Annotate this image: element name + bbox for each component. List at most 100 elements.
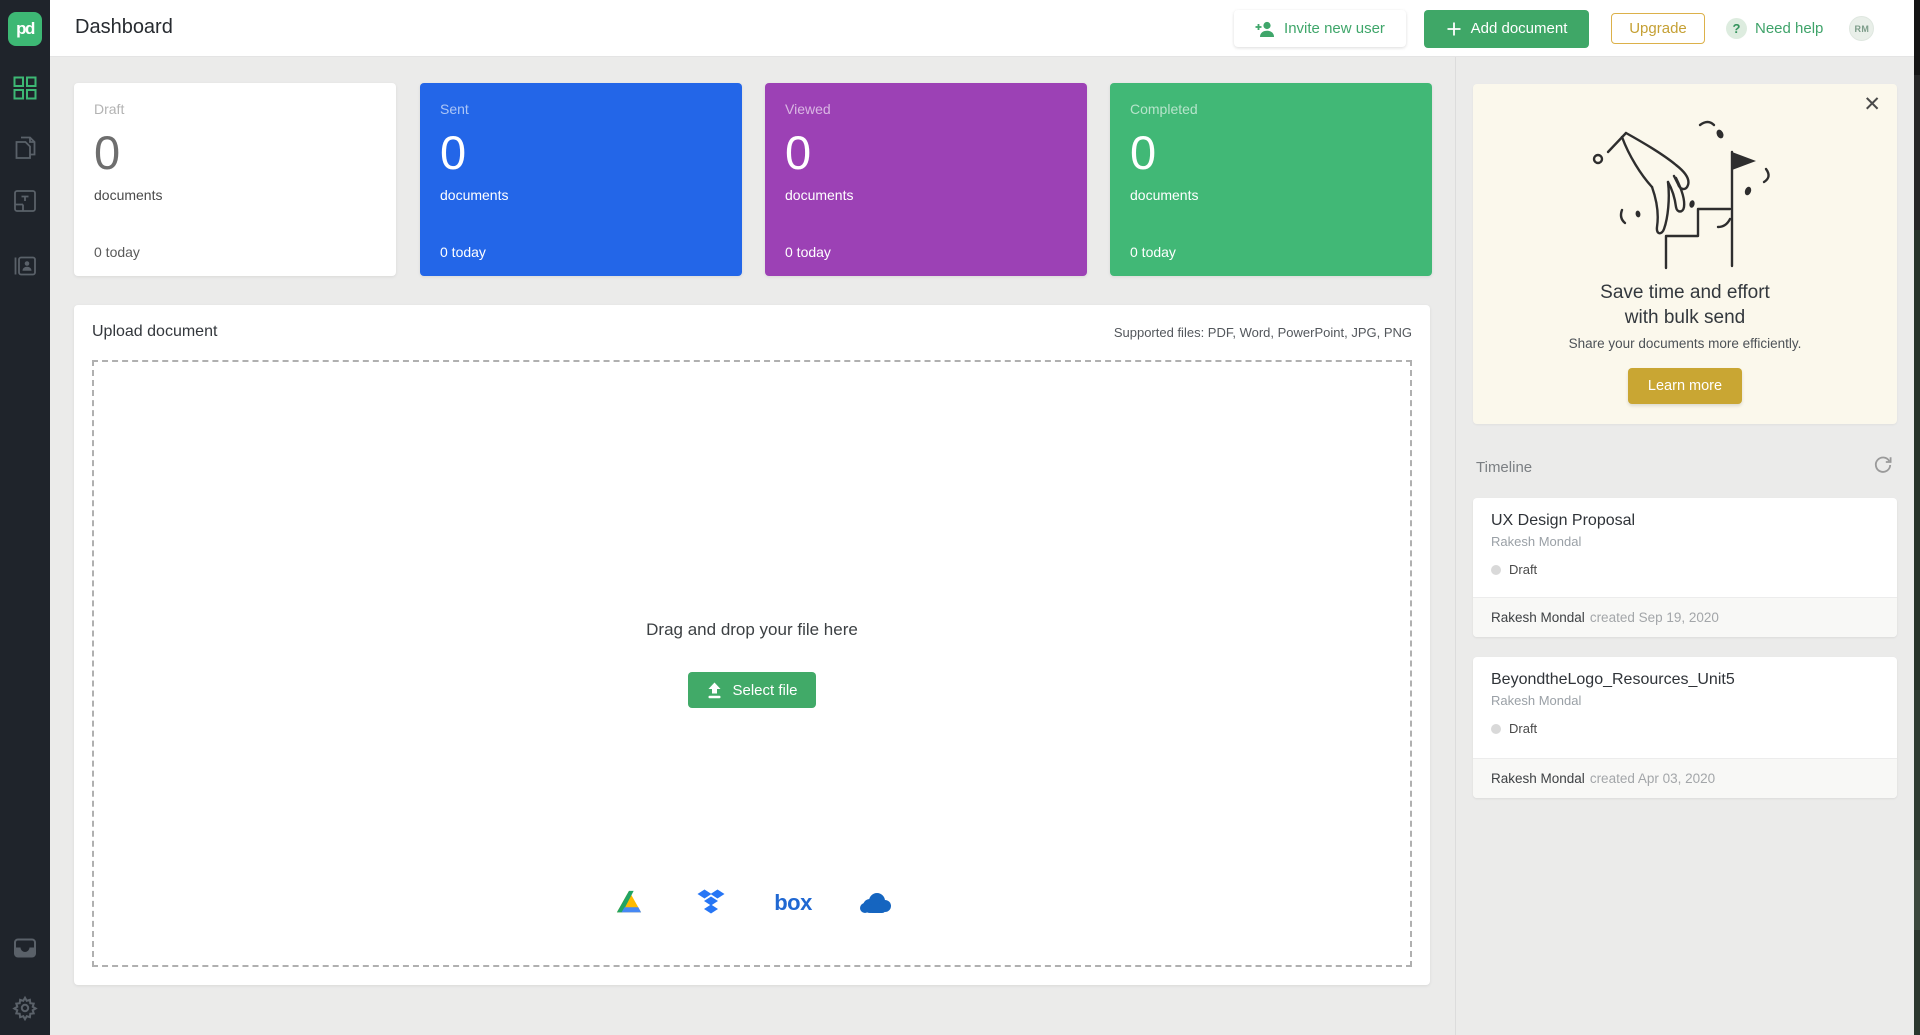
drag-drop-text: Drag and drop your file here — [94, 620, 1410, 640]
stat-card-sent[interactable]: Sent 0 documents 0 today — [420, 83, 742, 276]
plus-icon — [1446, 21, 1462, 37]
document-owner: Rakesh Mondal — [1491, 534, 1581, 549]
stat-unit: documents — [440, 187, 508, 203]
stat-card-viewed[interactable]: Viewed 0 documents 0 today — [765, 83, 1087, 276]
stat-count: 0 — [1130, 125, 1156, 180]
google-drive-icon — [614, 889, 644, 917]
document-title: UX Design Proposal — [1491, 512, 1635, 530]
hand-walking-steps-illustration — [1580, 116, 1790, 271]
close-icon[interactable]: ✕ — [1863, 94, 1881, 115]
learn-more-button[interactable]: Learn more — [1628, 368, 1742, 404]
panel-divider — [1455, 57, 1456, 1035]
sidebar-item-contacts[interactable] — [12, 253, 38, 279]
onedrive-button[interactable] — [858, 886, 892, 920]
gear-icon — [12, 995, 38, 1021]
footer-action: created Sep 19, 2020 — [1590, 610, 1719, 625]
stat-label: Sent — [440, 101, 722, 117]
user-avatar[interactable]: RM — [1849, 16, 1874, 41]
help-label: Need help — [1755, 20, 1823, 37]
stat-count: 0 — [94, 125, 120, 180]
select-file-button[interactable]: Select file — [688, 672, 816, 708]
promo-title: Save time and effort with bulk send — [1473, 280, 1897, 330]
stat-today: 0 today — [785, 244, 831, 260]
box-icon: box — [774, 890, 812, 916]
top-header: Dashboard Invite new user Add document U… — [50, 0, 1920, 57]
header-actions: Invite new user Add document Upgrade ? N… — [1234, 0, 1874, 57]
upload-title: Upload document — [92, 323, 217, 341]
template-icon — [12, 188, 38, 214]
stat-card-completed[interactable]: Completed 0 documents 0 today — [1110, 83, 1432, 276]
documents-icon — [12, 134, 38, 160]
stat-label: Draft — [94, 101, 376, 117]
upgrade-label: Upgrade — [1629, 20, 1687, 37]
status-label: Draft — [1509, 562, 1537, 577]
timeline-item[interactable]: BeyondtheLogo_Resources_Unit5 Rakesh Mon… — [1473, 657, 1897, 798]
right-panel: ✕ — [1473, 57, 1897, 1035]
stat-count: 0 — [440, 125, 466, 180]
learn-more-label: Learn more — [1648, 378, 1722, 394]
status-dot-icon — [1491, 724, 1501, 734]
status-badge: Draft — [1491, 562, 1537, 577]
select-file-label: Select file — [732, 682, 797, 699]
app-window: pd — [0, 0, 1920, 1035]
stat-unit: documents — [785, 187, 853, 203]
stat-today: 0 today — [1130, 244, 1176, 260]
stat-count: 0 — [785, 125, 811, 180]
inbox-tray-icon — [12, 935, 38, 961]
promo-title-line2: with bulk send — [1473, 305, 1897, 330]
pandadoc-logo[interactable]: pd — [8, 12, 42, 46]
dropbox-icon — [695, 887, 727, 919]
page-title: Dashboard — [75, 16, 173, 39]
stat-label: Viewed — [785, 101, 1067, 117]
background-window-edge — [1914, 0, 1920, 1035]
document-owner: Rakesh Mondal — [1491, 693, 1581, 708]
need-help-button[interactable]: ? Need help — [1726, 18, 1823, 39]
timeline-item-footer: Rakesh Mondal created Sep 19, 2020 — [1473, 597, 1897, 637]
main-content: Draft 0 documents 0 today Sent 0 documen… — [50, 57, 1920, 1035]
status-badge: Draft — [1491, 721, 1537, 736]
footer-user: Rakesh Mondal — [1491, 771, 1585, 786]
promo-subtitle: Share your documents more efficiently. — [1473, 336, 1897, 351]
sidebar-item-templates[interactable] — [12, 188, 38, 214]
sidebar-item-inbox[interactable] — [12, 935, 38, 961]
promo-title-line1: Save time and effort — [1473, 280, 1897, 305]
upload-document-card: Upload document Supported files: PDF, Wo… — [74, 305, 1430, 985]
timeline-title: Timeline — [1476, 459, 1532, 476]
invite-label: Invite new user — [1284, 20, 1385, 37]
refresh-icon[interactable] — [1873, 455, 1893, 480]
upgrade-button[interactable]: Upgrade — [1611, 13, 1705, 44]
stat-today: 0 today — [440, 244, 486, 260]
dropbox-button[interactable] — [694, 886, 728, 920]
supported-files-text: Supported files: PDF, Word, PowerPoint, … — [1114, 325, 1412, 340]
add-document-button[interactable]: Add document — [1424, 10, 1589, 48]
sidebar-item-documents[interactable] — [12, 134, 38, 160]
file-dropzone[interactable]: Drag and drop your file here Select file — [92, 360, 1412, 967]
stat-unit: documents — [94, 187, 162, 203]
bulk-send-promo-card: ✕ — [1473, 84, 1897, 424]
contacts-icon — [12, 253, 38, 279]
add-label: Add document — [1471, 20, 1568, 37]
footer-user: Rakesh Mondal — [1491, 610, 1585, 625]
google-drive-button[interactable] — [612, 886, 646, 920]
timeline-item[interactable]: UX Design Proposal Rakesh Mondal Draft R… — [1473, 498, 1897, 637]
sidebar-item-dashboard[interactable] — [12, 75, 38, 101]
stat-card-draft[interactable]: Draft 0 documents 0 today — [74, 83, 396, 276]
box-button[interactable]: box — [776, 886, 810, 920]
cloud-providers: box — [94, 886, 1410, 920]
upload-icon — [706, 681, 723, 699]
sidebar-item-settings[interactable] — [12, 995, 38, 1021]
status-dot-icon — [1491, 565, 1501, 575]
invite-new-user-button[interactable]: Invite new user — [1234, 10, 1406, 47]
status-label: Draft — [1509, 721, 1537, 736]
grid-icon — [12, 75, 38, 101]
question-icon: ? — [1726, 18, 1747, 39]
sidebar: pd — [0, 0, 50, 1035]
onedrive-icon — [858, 891, 892, 915]
footer-action: created Apr 03, 2020 — [1590, 771, 1715, 786]
document-title: BeyondtheLogo_Resources_Unit5 — [1491, 671, 1735, 689]
stat-unit: documents — [1130, 187, 1198, 203]
add-user-icon — [1255, 20, 1275, 38]
timeline-item-footer: Rakesh Mondal created Apr 03, 2020 — [1473, 758, 1897, 798]
stat-today: 0 today — [94, 244, 140, 260]
stat-label: Completed — [1130, 101, 1412, 117]
